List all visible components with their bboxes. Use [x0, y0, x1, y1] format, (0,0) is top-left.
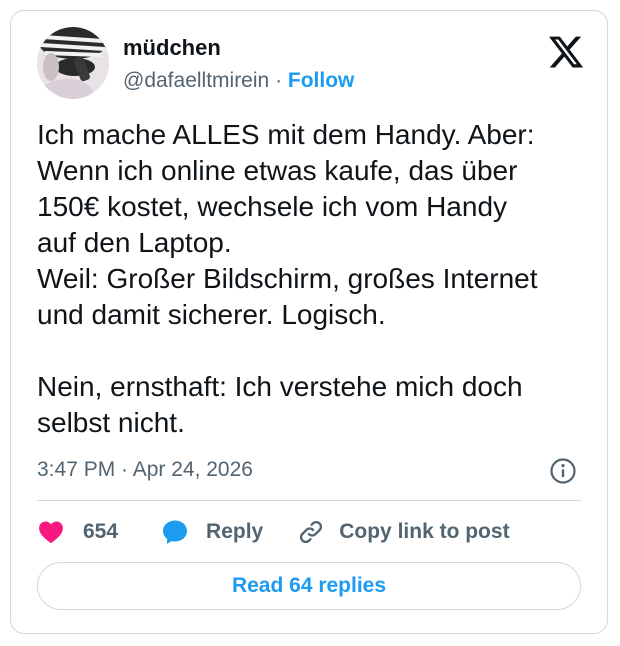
- action-bar: 654 Reply Copy link to post: [37, 515, 510, 549]
- like-count: 654: [83, 520, 119, 543]
- author-name[interactable]: müdchen: [123, 35, 221, 61]
- like-button[interactable]: 654: [37, 518, 118, 546]
- tweet-timestamp[interactable]: 3:47 PM · Apr 24, 2026: [37, 457, 253, 483]
- handle-separator: ·: [275, 69, 283, 92]
- read-replies-button[interactable]: Read 64 replies: [37, 562, 581, 610]
- follow-button[interactable]: Follow: [288, 69, 355, 92]
- speech-bubble-icon: [163, 520, 188, 544]
- tweet-card: müdchen @dafaelltmirein · Follow Ich mac…: [10, 10, 608, 634]
- avatar[interactable]: [37, 27, 109, 99]
- copy-link-label: Copy link to post: [339, 520, 510, 543]
- reply-label: Reply: [206, 520, 264, 543]
- x-logo-icon[interactable]: [547, 33, 585, 71]
- author-handle-row: @dafaelltmirein · Follow: [123, 68, 354, 94]
- info-icon[interactable]: [549, 457, 577, 485]
- link-icon: [300, 520, 323, 544]
- author-handle[interactable]: @dafaelltmirein: [123, 69, 269, 92]
- avatar-image: [37, 27, 109, 99]
- reply-button[interactable]: Reply: [160, 517, 263, 547]
- heart-icon: [39, 521, 63, 544]
- copy-link-button[interactable]: Copy link to post: [297, 518, 510, 546]
- tweet-text: Ich mache ALLES mit dem Handy. Aber: Wen…: [37, 119, 538, 438]
- divider: [37, 500, 581, 501]
